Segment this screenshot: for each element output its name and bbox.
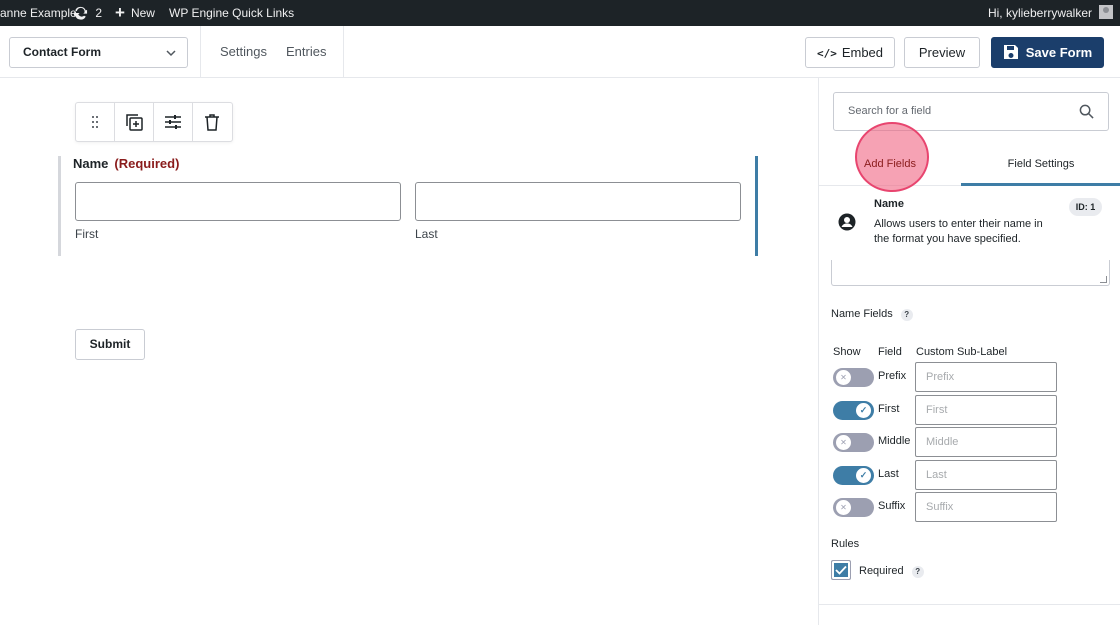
row-field-name: Suffix bbox=[878, 500, 906, 512]
row-field-name: Last bbox=[878, 468, 899, 480]
search-icon bbox=[1079, 104, 1094, 119]
sub-label-input-suffix[interactable]: Suffix bbox=[915, 492, 1057, 522]
sub-label-input-prefix[interactable]: Prefix bbox=[915, 362, 1057, 392]
required-checkbox[interactable] bbox=[831, 560, 851, 580]
admin-bar-updates[interactable]: 2 bbox=[73, 0, 102, 26]
editor-toolbar: Contact Form Settings Entries </> Embed P… bbox=[0, 26, 1120, 78]
field-info-description: Allows users to enter their name in the … bbox=[874, 218, 1043, 245]
drag-handle[interactable] bbox=[76, 103, 115, 141]
save-icon bbox=[1003, 45, 1018, 59]
field-label-text: Name bbox=[73, 156, 109, 171]
last-sub-label: Last bbox=[415, 227, 438, 241]
form-switcher-select[interactable]: Contact Form bbox=[9, 37, 188, 68]
description-textarea[interactable] bbox=[831, 260, 1110, 286]
embed-button[interactable]: </> Embed bbox=[805, 37, 895, 68]
sliders-icon bbox=[165, 115, 181, 129]
section-divider bbox=[819, 604, 1120, 605]
field-search-input[interactable]: Search for a field bbox=[833, 92, 1109, 131]
resize-grip-icon[interactable] bbox=[1100, 276, 1107, 283]
admin-bar-howdy[interactable]: Hi, kylieberrywalker bbox=[988, 0, 1092, 26]
field-settings-button[interactable] bbox=[154, 103, 193, 141]
toolbar-divider bbox=[200, 26, 201, 78]
code-icon: </> bbox=[816, 47, 837, 60]
rules-label: Rules bbox=[831, 538, 860, 550]
duplicate-icon bbox=[126, 114, 143, 131]
name-field-row-suffix: ✕ Suffix Suffix bbox=[833, 492, 1063, 522]
embed-label: Embed bbox=[841, 45, 884, 60]
row-field-name: First bbox=[878, 403, 900, 415]
first-sub-label: First bbox=[75, 227, 99, 241]
field-label: Name (Required) bbox=[73, 156, 179, 171]
submit-button[interactable]: Submit bbox=[75, 329, 145, 360]
plus-icon: + bbox=[115, 3, 125, 22]
name-fields-label: Name Fields? bbox=[831, 308, 913, 321]
checkmark-icon bbox=[835, 565, 847, 575]
help-icon[interactable]: ? bbox=[911, 566, 924, 578]
name-field-row-prefix: ✕ Prefix Prefix bbox=[833, 362, 1063, 392]
sub-label-input-last[interactable]: Last bbox=[915, 460, 1057, 490]
name-field-row-last: ✓ Last Last bbox=[833, 460, 1063, 490]
sub-label-input-middle[interactable]: Middle bbox=[915, 427, 1057, 457]
toggle-on-icon: ✓ bbox=[856, 468, 871, 483]
row-field-name: Prefix bbox=[878, 370, 907, 382]
toggle-first[interactable]: ✓ bbox=[833, 401, 874, 420]
column-field: Field bbox=[878, 346, 902, 358]
save-form-button[interactable]: Save Form bbox=[991, 37, 1104, 68]
entries-link[interactable]: Entries bbox=[286, 44, 326, 59]
tab-add-fields-label[interactable]: Add Fields bbox=[819, 158, 961, 170]
toggle-off-icon: ✕ bbox=[836, 435, 851, 450]
toggle-suffix[interactable]: ✕ bbox=[833, 498, 874, 517]
field-selected-indicator bbox=[755, 156, 758, 256]
toggle-off-icon: ✕ bbox=[836, 500, 851, 515]
admin-bar-quick-links[interactable]: WP Engine Quick Links bbox=[169, 0, 294, 26]
name-field-row-first: ✓ First First bbox=[833, 395, 1063, 425]
user-circle-icon bbox=[838, 213, 856, 231]
sub-label-input-first[interactable]: First bbox=[915, 395, 1057, 425]
new-label: New bbox=[130, 6, 155, 20]
required-indicator: (Required) bbox=[114, 156, 180, 171]
trash-icon bbox=[205, 114, 220, 131]
form-switcher-label: Contact Form bbox=[23, 45, 101, 59]
updates-icon bbox=[73, 6, 88, 20]
avatar-icon[interactable] bbox=[1099, 5, 1113, 19]
help-icon[interactable]: ? bbox=[900, 309, 913, 321]
preview-button[interactable]: Preview bbox=[904, 37, 980, 68]
last-name-input[interactable] bbox=[415, 182, 741, 221]
toggle-middle[interactable]: ✕ bbox=[833, 433, 874, 452]
settings-sidebar: Search for a field Field Settings Add Fi… bbox=[818, 78, 1120, 625]
admin-bar-new[interactable]: + New bbox=[115, 0, 155, 26]
first-name-input[interactable] bbox=[75, 182, 401, 221]
admin-bar: anne Example 2 + New WP Engine Quick Link… bbox=[0, 0, 1120, 26]
field-id-badge: ID: 1 bbox=[1069, 198, 1102, 216]
admin-bar-site-name[interactable]: anne Example bbox=[0, 0, 77, 26]
toggle-last[interactable]: ✓ bbox=[833, 466, 874, 485]
toolbar-divider bbox=[343, 26, 344, 78]
save-label: Save Form bbox=[1025, 45, 1093, 60]
toggle-off-icon: ✕ bbox=[836, 370, 851, 385]
settings-link[interactable]: Settings bbox=[220, 44, 267, 59]
field-info-title: Name bbox=[874, 198, 904, 210]
column-sub-label: Custom Sub-Label bbox=[916, 346, 1008, 358]
drag-icon bbox=[92, 116, 98, 128]
column-show: Show bbox=[833, 346, 861, 358]
tab-field-settings[interactable]: Field Settings bbox=[961, 150, 1120, 186]
chevron-down-icon bbox=[166, 50, 176, 57]
field-action-bar bbox=[75, 102, 233, 142]
updates-count: 2 bbox=[95, 6, 103, 20]
duplicate-field-button[interactable] bbox=[115, 103, 154, 141]
search-placeholder: Search for a field bbox=[848, 105, 932, 117]
toggle-on-icon: ✓ bbox=[856, 403, 871, 418]
delete-field-button[interactable] bbox=[193, 103, 232, 141]
row-field-name: Middle bbox=[878, 435, 911, 447]
name-field-row-middle: ✕ Middle Middle bbox=[833, 427, 1063, 457]
toggle-prefix[interactable]: ✕ bbox=[833, 368, 874, 387]
field-left-border bbox=[58, 156, 61, 256]
required-checkbox-label: Required? bbox=[859, 565, 924, 578]
